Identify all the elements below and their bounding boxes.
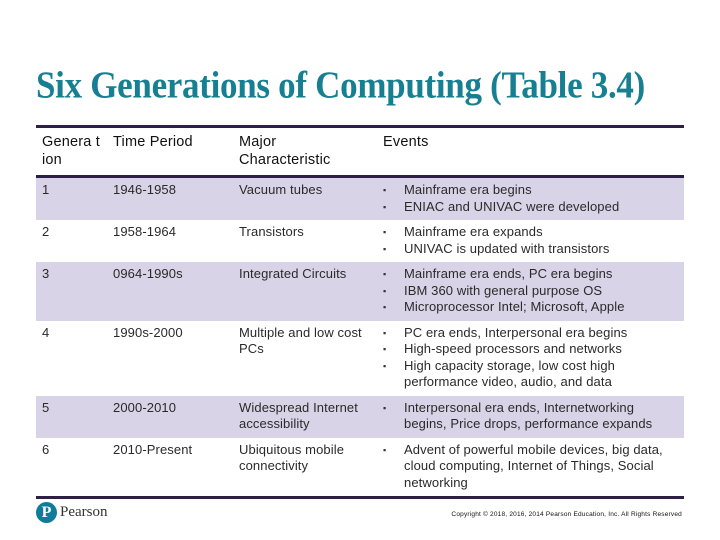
event-item: Mainframe era expands — [383, 224, 678, 241]
table-row: 6 2010-Present Ubiquitous mobile connect… — [36, 437, 684, 498]
pearson-wordmark: Pearson — [60, 504, 108, 520]
cell-generation: 3 — [36, 262, 107, 321]
header-time-period: Time Period — [113, 134, 193, 150]
header-major-characteristic: Major Characteristic — [239, 134, 331, 168]
event-item: Interpersonal era ends, Internetworking … — [383, 400, 678, 433]
event-item: Mainframe era begins — [383, 182, 678, 199]
event-item: ENIAC and UNIVAC were developed — [383, 199, 678, 216]
cell-characteristic: Integrated Circuits — [233, 262, 377, 321]
cell-characteristic: Ubiquitous mobile connectivity — [233, 437, 377, 498]
cell-events: Mainframe era ends, PC era begins IBM 36… — [377, 262, 684, 321]
header-generation: Genera tion — [42, 134, 101, 168]
table-row: 2 1958-1964 Transistors Mainframe era ex… — [36, 220, 684, 262]
cell-characteristic: Transistors — [233, 220, 377, 262]
event-item: Microprocessor Intel; Microsoft, Apple — [383, 299, 678, 316]
copyright-notice: Copyright © 2018, 2016, 2014 Pearson Edu… — [451, 511, 682, 518]
events-list: Mainframe era expands UNIVAC is updated … — [383, 224, 678, 257]
pearson-logo: P Pearson — [36, 502, 108, 523]
cell-characteristic: Multiple and low cost PCs — [233, 320, 377, 396]
cell-time-period: 1946-1958 — [107, 176, 233, 220]
table-row: 1 1946-1958 Vacuum tubes Mainframe era b… — [36, 176, 684, 220]
event-item: Advent of powerful mobile devices, big d… — [383, 442, 678, 492]
events-list: Interpersonal era ends, Internetworking … — [383, 400, 678, 433]
cell-events: Interpersonal era ends, Internetworking … — [377, 395, 684, 438]
cell-generation: 1 — [36, 176, 107, 220]
generations-table: Genera tion Time Period Major Characteri… — [36, 125, 684, 499]
cell-time-period: 1958-1964 — [107, 220, 233, 262]
cell-events: Mainframe era begins ENIAC and UNIVAC we… — [377, 176, 684, 220]
events-list: Mainframe era begins ENIAC and UNIVAC we… — [383, 182, 678, 215]
cell-generation: 2 — [36, 220, 107, 262]
table-header-row: Genera tion Time Period Major Characteri… — [36, 126, 684, 177]
cell-time-period: 2000-2010 — [107, 395, 233, 438]
cell-generation: 5 — [36, 395, 107, 438]
cell-events: PC era ends, Interpersonal era begins Hi… — [377, 320, 684, 396]
header-events: Events — [383, 134, 429, 150]
events-list: Advent of powerful mobile devices, big d… — [383, 442, 678, 492]
cell-events: Advent of powerful mobile devices, big d… — [377, 437, 684, 498]
events-list: Mainframe era ends, PC era begins IBM 36… — [383, 266, 678, 316]
generations-table-container: Genera tion Time Period Major Characteri… — [36, 125, 684, 499]
table-row: 3 0964-1990s Integrated Circuits Mainfra… — [36, 262, 684, 321]
cell-time-period: 0964-1990s — [107, 262, 233, 321]
cell-characteristic: Vacuum tubes — [233, 176, 377, 220]
event-item: UNIVAC is updated with transistors — [383, 241, 678, 258]
cell-generation: 6 — [36, 437, 107, 498]
slide-title: Six Generations of Computing (Table 3.4) — [36, 64, 645, 107]
cell-time-period: 1990s-2000 — [107, 320, 233, 396]
cell-generation: 4 — [36, 320, 107, 396]
cell-time-period: 2010-Present — [107, 437, 233, 498]
event-item: PC era ends, Interpersonal era begins — [383, 325, 678, 342]
event-item: IBM 360 with general purpose OS — [383, 283, 678, 300]
event-item: High-speed processors and networks — [383, 341, 678, 358]
cell-characteristic: Widespread Internet accessibility — [233, 395, 377, 438]
event-item: High capacity storage, low cost high per… — [383, 358, 678, 391]
event-item: Mainframe era ends, PC era begins — [383, 266, 678, 283]
events-list: PC era ends, Interpersonal era begins Hi… — [383, 325, 678, 391]
cell-events: Mainframe era expands UNIVAC is updated … — [377, 220, 684, 262]
table-row: 4 1990s-2000 Multiple and low cost PCs P… — [36, 320, 684, 396]
pearson-p-icon: P — [36, 502, 57, 523]
table-row: 5 2000-2010 Widespread Internet accessib… — [36, 395, 684, 438]
